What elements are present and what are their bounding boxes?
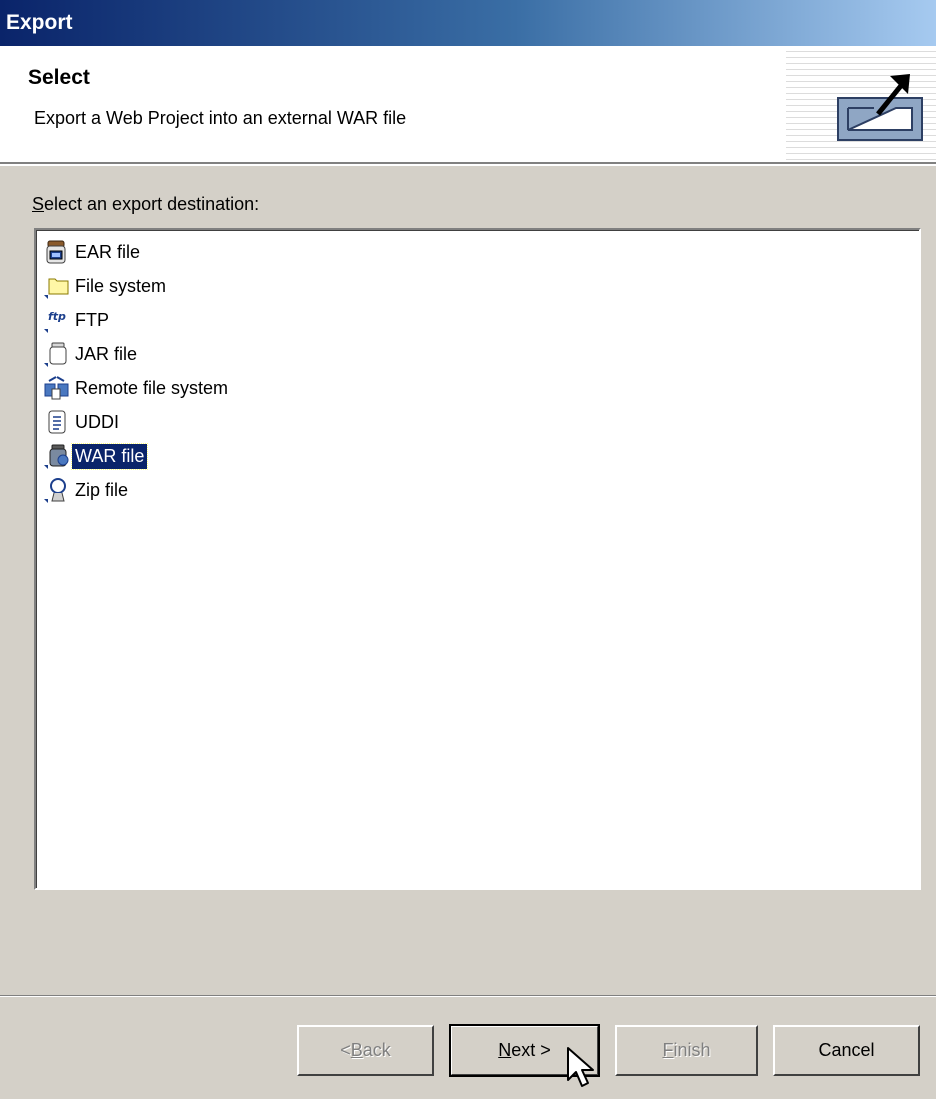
finish-button[interactable]: Finish (615, 1025, 758, 1076)
list-item-label: WAR file (70, 442, 149, 470)
page-title: Select (28, 66, 90, 89)
page-description: Export a Web Project into an external WA… (34, 108, 407, 128)
back-button-prefix: < (340, 1040, 351, 1060)
back-button-mnemonic: B (350, 1040, 363, 1060)
list-item-war-file[interactable]: WAR file (44, 440, 149, 472)
next-button-mnemonic: N (498, 1040, 512, 1060)
list-item-label: Zip file (75, 479, 129, 500)
list-item-label: File system (75, 275, 167, 296)
cancel-button-label: Cancel (818, 1040, 875, 1060)
destination-label-text: elect an export destination: (44, 194, 260, 214)
uddi-icon (48, 410, 66, 434)
list-item-label: JAR file (75, 343, 138, 364)
remote-file-system-icon (44, 376, 69, 400)
list-item-label: UDDI (75, 411, 119, 432)
window-title: Export (6, 11, 73, 34)
header-divider (0, 164, 936, 166)
list-item-jar-file[interactable]: JAR file (44, 338, 140, 370)
mouse-pointer-icon (567, 1047, 594, 1087)
ftp-icon: ftp (44, 310, 66, 333)
cancel-button[interactable]: Cancel (773, 1025, 920, 1076)
list-item-label: EAR file (75, 241, 141, 262)
list-item-remote-file-system[interactable]: Remote file system (44, 372, 231, 404)
war-file-icon (44, 444, 69, 469)
list-item-ftp[interactable]: ftp FTP (44, 304, 112, 336)
destination-label-mnemonic: S (32, 194, 45, 214)
back-button[interactable]: < Back (297, 1025, 434, 1076)
window-title-bar[interactable]: Export (0, 0, 936, 46)
wizard-header: Select Export a Web Project into an exte… (0, 46, 936, 164)
next-button-label: ext > (511, 1040, 551, 1060)
finish-button-mnemonic: F (662, 1040, 674, 1060)
list-item-zip-file[interactable]: Zip file (44, 474, 131, 506)
svg-text:ftp: ftp (48, 310, 66, 323)
list-item-label: FTP (75, 309, 109, 330)
zip-file-icon (44, 478, 66, 503)
header-banner (786, 46, 936, 162)
export-icon (837, 74, 923, 141)
list-item-file-system[interactable]: File system (44, 270, 169, 302)
ear-file-icon (46, 240, 66, 264)
button-bar-divider-highlight (0, 996, 936, 997)
export-destination-list[interactable]: EAR file File system ftp FTP JAR file Re… (34, 228, 921, 890)
back-button-label: ack (362, 1040, 391, 1060)
list-item-uddi[interactable]: UDDI (44, 406, 122, 438)
jar-file-icon (44, 342, 67, 367)
destination-label: Select an export destination: (32, 194, 259, 215)
list-item-ear-file[interactable]: EAR file (44, 236, 143, 268)
finish-button-label: inish (673, 1040, 711, 1060)
list-item-label: Remote file system (75, 377, 229, 398)
folder-icon (44, 278, 69, 299)
